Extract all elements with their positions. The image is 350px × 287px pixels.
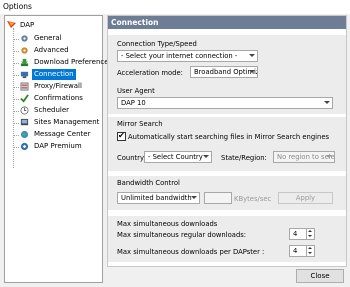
tree-line xyxy=(13,51,19,52)
chevron-down-icon xyxy=(203,155,209,158)
tree-item-label: Confirmations xyxy=(34,94,83,102)
tree-line xyxy=(13,123,19,124)
tree-item-label: Advanced xyxy=(34,46,69,54)
country-value: - Select Country - xyxy=(148,153,208,161)
user-agent-title: User Agent xyxy=(117,87,155,95)
internet-connection-select[interactable]: - Select your internet connection - xyxy=(117,50,258,62)
tree-line xyxy=(13,99,19,100)
tree-item-label: DAP Premium xyxy=(34,142,82,150)
tree-item-download-preferences[interactable]: Download Preferences xyxy=(20,57,114,68)
proxy-icon xyxy=(20,82,29,91)
tree-item-connection[interactable]: Connection xyxy=(20,69,76,80)
bandwidth-title: Bandwidth Control xyxy=(117,179,180,187)
advanced-gear-icon xyxy=(21,47,28,54)
tree-item-scheduler[interactable]: Scheduler xyxy=(20,105,71,116)
user-agent-select[interactable]: DAP 10 xyxy=(117,97,333,109)
chevron-down-icon xyxy=(324,101,330,104)
state-region-label: State/Region: xyxy=(221,154,267,162)
tree-item-label: Sites Management xyxy=(34,118,100,126)
tree-item-advanced[interactable]: Advanced xyxy=(20,45,71,56)
mirror-search-title: Mirror Search xyxy=(117,120,163,128)
sites-icon xyxy=(20,118,29,126)
acceleration-mode-select[interactable]: Broadband Optimization xyxy=(190,66,258,78)
state-region-select[interactable]: No region to sele xyxy=(273,151,335,163)
window-title: Options xyxy=(3,2,32,11)
tree-item-dap-premium[interactable]: DAP Premium xyxy=(20,141,84,152)
checkmark-icon: ✔ xyxy=(118,131,125,140)
globe-icon xyxy=(20,130,29,139)
bandwidth-mode-value: Unlimited bandwidth xyxy=(121,194,192,202)
close-button[interactable]: Close xyxy=(296,269,344,283)
country-label: Country: xyxy=(117,154,146,162)
tree-item-proxy-firewall[interactable]: Proxy/Firewall xyxy=(20,81,84,92)
premium-icon xyxy=(20,142,29,151)
tree-line xyxy=(13,75,19,76)
tree-item-confirmations[interactable]: Confirmations xyxy=(20,93,85,104)
chevron-down-icon xyxy=(326,155,332,158)
tree-line xyxy=(13,135,19,136)
acceleration-mode-label: Acceleration mode: xyxy=(117,69,183,77)
connection-icon xyxy=(20,71,29,79)
clock-icon xyxy=(20,106,29,115)
per-dapster-spinner[interactable]: 4 xyxy=(289,245,315,257)
tree-root-label: DAP xyxy=(20,20,35,29)
tree-item-label: Connection xyxy=(32,69,76,80)
internet-connection-value: - Select your internet connection - xyxy=(121,52,238,60)
dap-logo-icon xyxy=(7,21,16,28)
bandwidth-amount-input[interactable] xyxy=(204,192,232,204)
tree-item-sites-management[interactable]: Sites Management xyxy=(20,117,101,128)
bandwidth-unit-label: KBytes/sec xyxy=(234,195,272,203)
chevron-down-icon xyxy=(191,196,197,199)
mirror-search-checkbox-label: Automatically start searching files in M… xyxy=(128,133,330,141)
title-bar: Options xyxy=(0,0,350,14)
tree-item-label: Message Center xyxy=(34,130,91,138)
tree-item-label: Proxy/Firewall xyxy=(34,82,82,90)
options-tree[interactable]: DAP General Advanced Download Preference… xyxy=(4,15,112,283)
bandwidth-mode-select[interactable]: Unlimited bandwidth xyxy=(117,192,200,204)
country-select[interactable]: - Select Country - xyxy=(144,151,212,163)
user-agent-value: DAP 10 xyxy=(121,99,146,107)
tree-line xyxy=(13,87,19,88)
max-downloads-title: Max simultaneous downloads xyxy=(117,220,218,228)
mirror-search-checkbox[interactable]: ✔ xyxy=(117,131,126,141)
per-dapster-label: Max simultaneous downloads per DAPster : xyxy=(117,248,265,256)
tree-line xyxy=(13,111,19,112)
spinner-down-icon[interactable] xyxy=(306,234,314,239)
spinner-down-icon[interactable] xyxy=(306,251,314,256)
chevron-down-icon xyxy=(249,70,255,73)
tree-item-label: Download Preferences xyxy=(34,58,113,66)
regular-downloads-spinner[interactable]: 4 xyxy=(289,228,315,240)
per-dapster-value: 4 xyxy=(293,247,298,255)
tree-item-general[interactable]: General xyxy=(20,33,64,44)
connection-panel: Connection Connection Type/Speed - Selec… xyxy=(107,15,347,267)
tree-line xyxy=(13,39,19,40)
tree-item-label: General xyxy=(34,34,62,42)
tree-root-dap[interactable]: DAP xyxy=(7,19,34,30)
regular-downloads-value: 4 xyxy=(293,230,298,238)
regular-downloads-label: Max simultaneous regular downloads: xyxy=(117,231,247,239)
download-icon xyxy=(20,58,29,67)
apply-button[interactable]: Apply xyxy=(278,192,333,204)
tree-item-label: Scheduler xyxy=(34,106,70,114)
tree-item-message-center[interactable]: Message Center xyxy=(20,129,92,140)
tree-line xyxy=(13,147,19,148)
connection-type-title: Connection Type/Speed xyxy=(117,40,197,48)
tree-line xyxy=(13,63,19,64)
gear-icon xyxy=(21,35,28,42)
panel-header: Connection xyxy=(108,16,346,29)
checkmark-icon xyxy=(20,94,29,103)
chevron-down-icon xyxy=(249,54,255,57)
